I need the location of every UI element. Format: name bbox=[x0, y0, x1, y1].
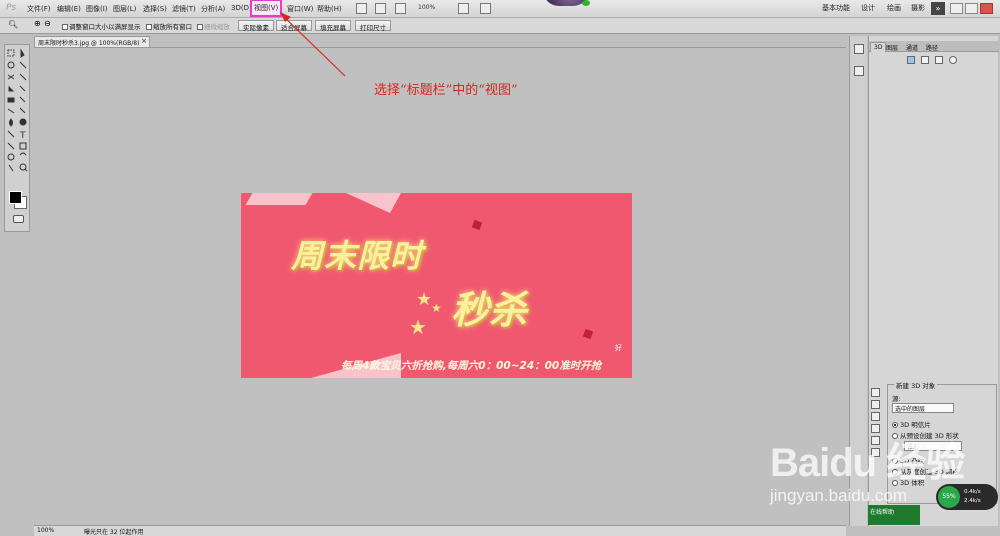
foreground-color-swatch[interactable] bbox=[9, 191, 22, 204]
status-info: 曝光只在 32 位起作用 bbox=[84, 529, 144, 536]
baidu-watermark-logo: Baidu 经验 bbox=[770, 441, 965, 485]
option-postcard[interactable]: 3D 明信片 bbox=[892, 419, 931, 429]
properties-icon[interactable] bbox=[854, 66, 864, 76]
mesh-icon[interactable] bbox=[921, 56, 929, 64]
status-zoom[interactable]: 100% bbox=[37, 527, 54, 534]
tab-layers[interactable]: 图层 bbox=[883, 42, 901, 53]
radio-postcard[interactable] bbox=[892, 422, 898, 428]
material-icon[interactable] bbox=[935, 56, 943, 64]
history-icon[interactable] bbox=[854, 44, 864, 54]
source-label: 源: bbox=[892, 395, 901, 403]
tab-paths[interactable]: 路径 bbox=[923, 42, 941, 53]
light-icon[interactable] bbox=[949, 56, 957, 64]
3d-rotate-icon[interactable] bbox=[871, 388, 880, 397]
new-3d-title: 新建 3D 对象 bbox=[894, 380, 938, 390]
annotation-text: 选择“标题栏”中的“视图” bbox=[374, 83, 518, 98]
help-widget[interactable]: 在线帮助 bbox=[868, 505, 920, 525]
3d-pan-icon[interactable] bbox=[871, 412, 880, 421]
download-speed: 2.4k/s bbox=[964, 498, 981, 504]
tab-channels[interactable]: 通道 bbox=[903, 42, 921, 53]
scene-icon[interactable] bbox=[907, 56, 915, 64]
upload-speed: 0.4k/s bbox=[964, 489, 981, 495]
source-select[interactable]: 选中的图层 bbox=[892, 403, 954, 413]
status-bar: 100% 曝光只在 32 位起作用 bbox=[34, 525, 846, 536]
speed-percent: 55% bbox=[938, 486, 960, 508]
option-postcard-label: 3D 明信片 bbox=[900, 421, 931, 429]
baidu-watermark-url: jingyan.baidu.com bbox=[770, 486, 908, 505]
panel-tabs: 3D 图层 通道 路径 bbox=[869, 41, 999, 52]
3d-roll-icon[interactable] bbox=[871, 400, 880, 409]
